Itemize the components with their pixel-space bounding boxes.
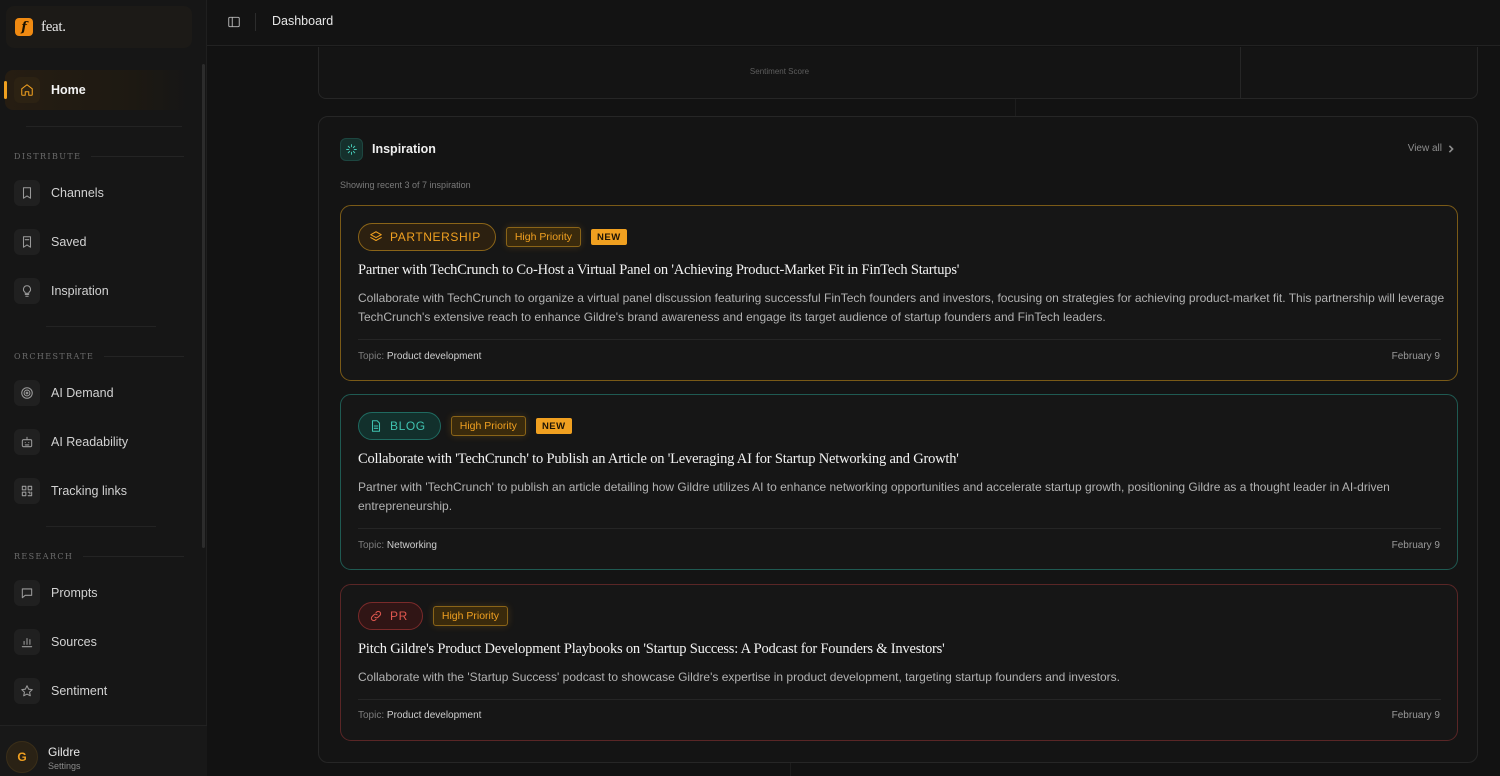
- divider: [358, 339, 1441, 340]
- sidebar-item-label: AI Readability: [51, 435, 129, 449]
- sidebar-item-ai-readability[interactable]: AI Readability: [0, 422, 200, 462]
- priority-badge: High Priority: [450, 416, 526, 436]
- priority-badge: High Priority: [505, 227, 582, 247]
- item-title[interactable]: Partner with TechCrunch to Co-Host a Vir…: [358, 262, 959, 279]
- sentiment-score-card: Sentiment Score: [318, 47, 1478, 99]
- sidebar-item-tracking-links[interactable]: Tracking links: [0, 471, 200, 511]
- sidebar-item-channels[interactable]: Channels: [0, 173, 200, 213]
- item-title[interactable]: Collaborate with 'TechCrunch' to Publish…: [358, 451, 959, 468]
- view-all-link[interactable]: View all: [1408, 143, 1455, 154]
- sparkles-icon: [340, 138, 363, 161]
- item-title[interactable]: Pitch Gildre's Product Development Playb…: [358, 641, 945, 658]
- sentiment-score-caption: Sentiment Score: [749, 67, 810, 76]
- star-icon: [14, 678, 40, 704]
- inspiration-item-pr[interactable]: PR High Priority Pitch Gildre's Product …: [340, 584, 1458, 741]
- divider: [358, 528, 1441, 529]
- sidebar-item-label: Sentiment: [51, 684, 108, 698]
- section-label-research: RESEARCH: [14, 552, 184, 561]
- panel-subtitle: Showing recent 3 of 7 inspiration: [340, 180, 471, 190]
- sidebar-item-label: Home: [51, 83, 86, 97]
- bookmark-outline-icon: [14, 229, 40, 255]
- breadcrumb[interactable]: Dashboard: [272, 14, 333, 28]
- divider: [46, 526, 156, 527]
- inspiration-panel: Inspiration View all Showing recent 3 of…: [318, 116, 1478, 763]
- main-content: Sentiment Score Inspiration View all Sho…: [207, 47, 1500, 776]
- panel-title: Inspiration: [372, 142, 436, 156]
- item-description: Partner with 'TechCrunch' to publish an …: [358, 480, 1390, 513]
- item-topic: Topic: Product development: [358, 710, 482, 721]
- item-description: Collaborate with the 'Startup Success' p…: [358, 670, 1120, 684]
- priority-badge: High Priority: [432, 606, 509, 626]
- sidebar-item-label: AI Demand: [51, 386, 114, 400]
- brand-name: feat.: [41, 18, 66, 35]
- user-menu[interactable]: G Gildre Settings: [0, 725, 207, 776]
- topbar: Dashboard: [207, 0, 1500, 46]
- sidebar-toggle-icon: [228, 16, 240, 28]
- inspiration-item-blog[interactable]: BLOG High Priority NEW Collaborate with …: [340, 394, 1458, 570]
- robot-icon: [14, 429, 40, 455]
- sidebar-item-label: Saved: [51, 235, 87, 249]
- message-icon: [14, 580, 40, 606]
- layers-icon: [370, 231, 382, 242]
- sidebar-item-ai-demand[interactable]: AI Demand: [0, 373, 200, 413]
- new-badge: NEW: [535, 418, 572, 434]
- divider: [1240, 47, 1241, 98]
- sidebar-item-sources[interactable]: Sources: [0, 622, 200, 662]
- document-icon: [371, 420, 381, 432]
- user-settings-label: Settings: [48, 761, 81, 771]
- bar-chart-icon: [14, 629, 40, 655]
- item-topic: Topic: Product development: [358, 351, 482, 362]
- sidebar-item-home[interactable]: Home: [4, 70, 189, 110]
- item-date: February 9: [1391, 540, 1440, 551]
- brand[interactable]: f feat.: [6, 6, 192, 48]
- sidebar-item-sentiment[interactable]: Sentiment: [0, 671, 200, 711]
- qr-icon: [14, 478, 40, 504]
- active-indicator: [4, 81, 7, 99]
- sidebar-scrollbar[interactable]: [202, 64, 205, 548]
- divider: [358, 699, 1441, 700]
- item-topic: Topic: Networking: [358, 540, 437, 551]
- divider: [255, 13, 256, 31]
- sidebar-item-prompts[interactable]: Prompts: [0, 573, 200, 613]
- item-description: Collaborate with TechCrunch to organize …: [358, 291, 1445, 324]
- sidebar-item-label: Tracking links: [51, 484, 127, 498]
- bookmark-icon: [14, 180, 40, 206]
- sidebar-item-label: Channels: [51, 186, 104, 200]
- type-badge: PR: [358, 602, 423, 630]
- sidebar-item-label: Sources: [51, 635, 97, 649]
- sidebar-item-label: Inspiration: [51, 284, 109, 298]
- section-label-orchestrate: ORCHESTRATE: [14, 352, 184, 361]
- type-badge: BLOG: [358, 412, 441, 440]
- type-badge: PARTNERSHIP: [358, 223, 496, 251]
- target-icon: [14, 380, 40, 406]
- sidebar-toggle-button[interactable]: [225, 13, 243, 31]
- avatar: G: [6, 741, 38, 773]
- view-all-label: View all: [1407, 143, 1442, 154]
- brand-logo: f: [15, 18, 33, 36]
- inspiration-item-partnership[interactable]: PARTNERSHIP High Priority NEW Partner wi…: [340, 205, 1458, 381]
- item-date: February 9: [1391, 351, 1440, 362]
- sidebar-item-inspiration[interactable]: Inspiration: [0, 271, 200, 311]
- link-icon: [370, 610, 382, 622]
- divider: [26, 126, 182, 127]
- lightbulb-icon: [14, 278, 40, 304]
- item-date: February 9: [1391, 710, 1440, 721]
- divider: [46, 326, 156, 327]
- home-icon: [14, 77, 40, 103]
- new-badge: NEW: [591, 229, 627, 245]
- divider: [1015, 99, 1016, 116]
- divider: [790, 763, 791, 776]
- section-label-distribute: DISTRIBUTE: [14, 152, 184, 161]
- sidebar-item-label: Prompts: [51, 586, 98, 600]
- sidebar-item-saved[interactable]: Saved: [0, 222, 200, 262]
- user-name: Gildre: [48, 745, 81, 759]
- sidebar: f feat. Home DISTRIBUTE Channels Saved I…: [0, 0, 207, 776]
- chevron-right-icon: [1448, 144, 1454, 153]
